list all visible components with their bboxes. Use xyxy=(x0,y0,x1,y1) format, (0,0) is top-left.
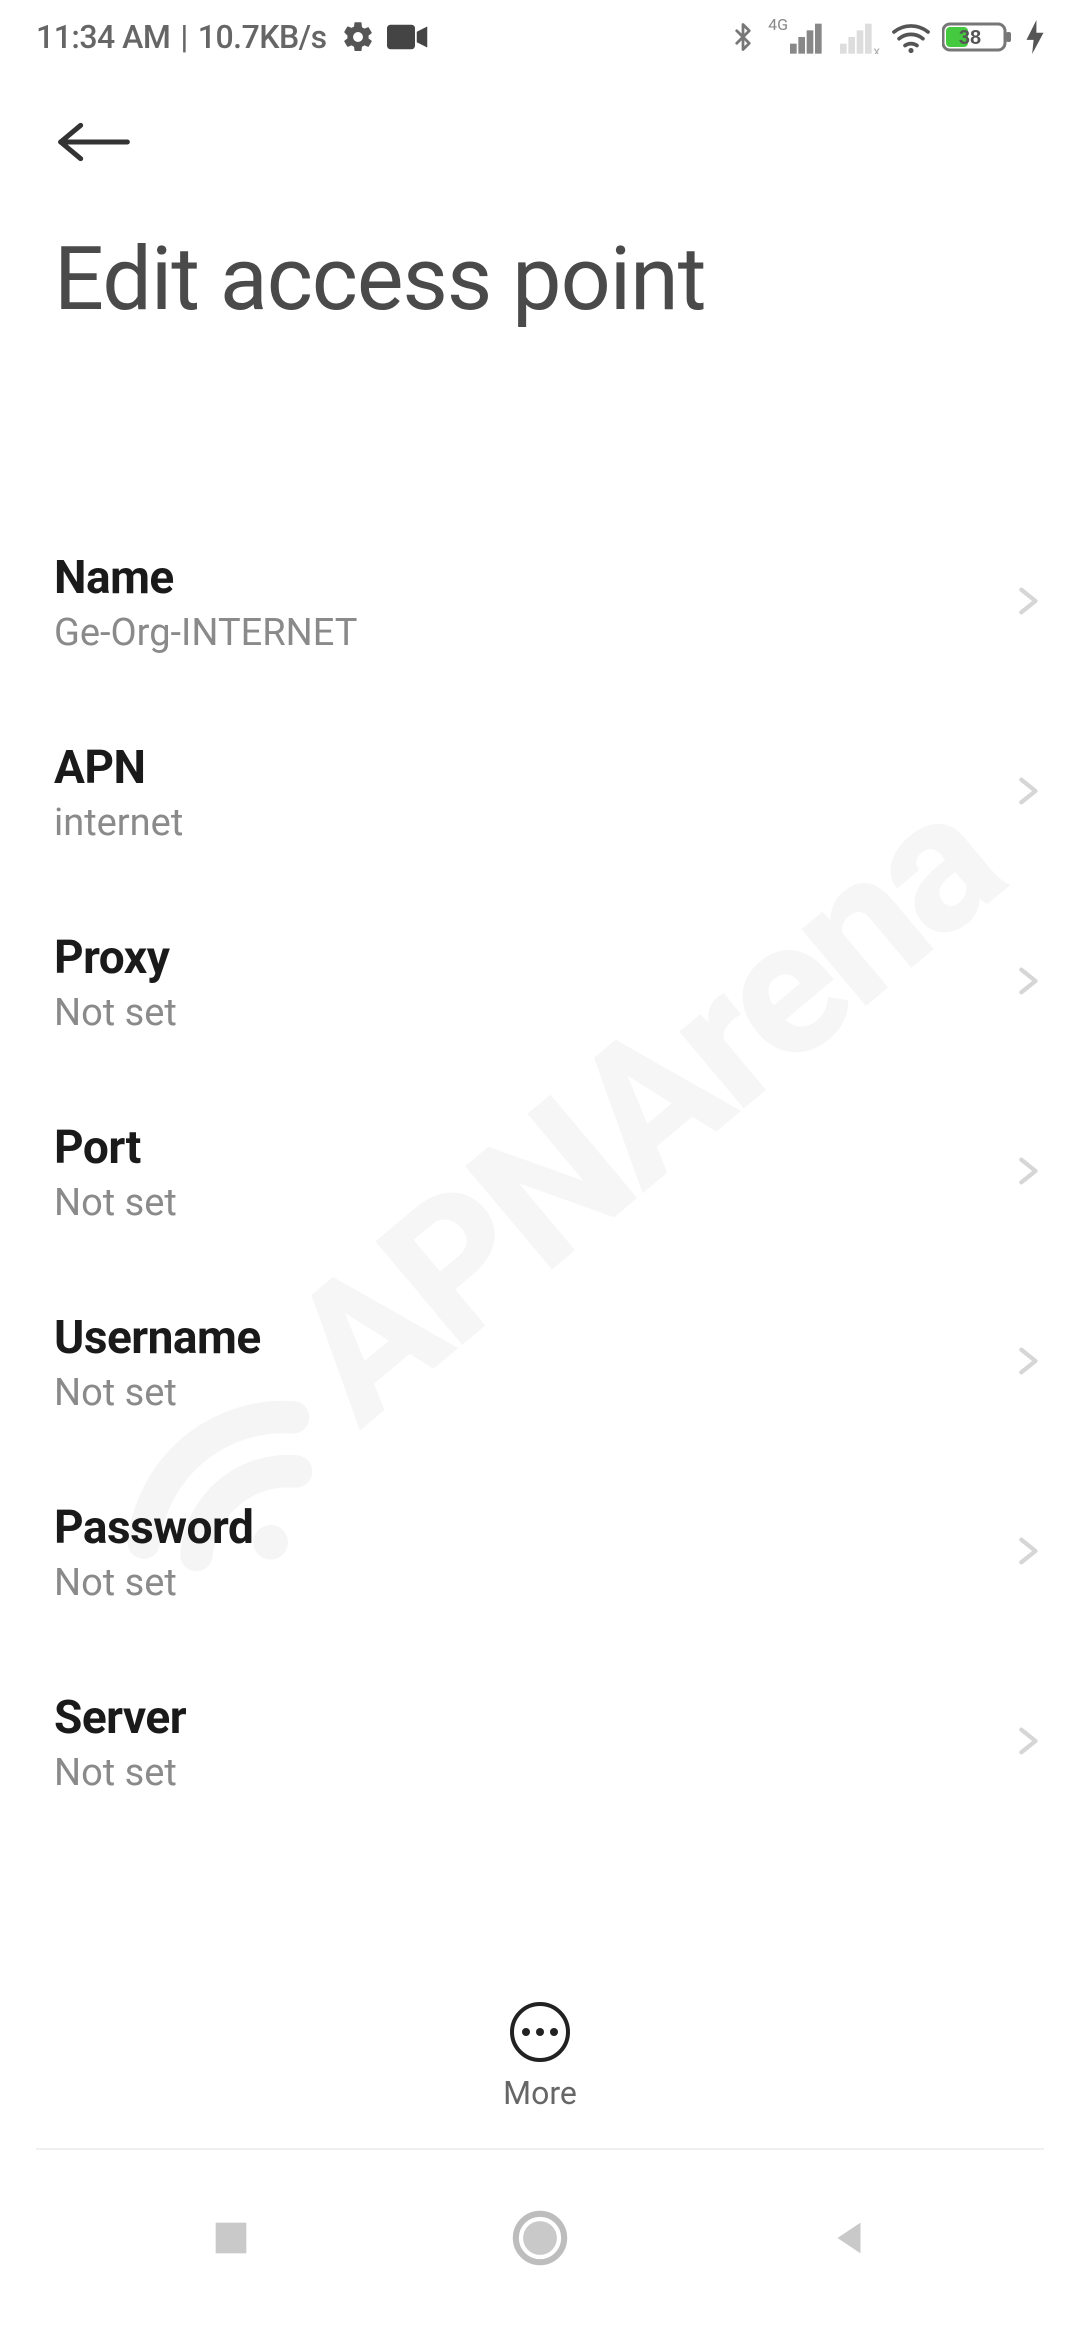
more-icon xyxy=(510,2002,570,2062)
more-button[interactable]: More xyxy=(0,2002,1080,2112)
charging-icon xyxy=(1026,20,1044,54)
row-value: Not set xyxy=(54,991,177,1035)
page-title: Edit access point xyxy=(0,184,1080,341)
row-server[interactable]: Server Not set xyxy=(0,1648,1080,1838)
row-username[interactable]: Username Not set xyxy=(0,1268,1080,1458)
status-time: 11:34 AM xyxy=(36,18,170,56)
row-value: internet xyxy=(54,801,183,845)
chevron-right-icon xyxy=(1010,1717,1044,1769)
row-label: Port xyxy=(54,1121,177,1175)
row-name[interactable]: Name Ge-Org-INTERNET xyxy=(0,508,1080,698)
row-value: Not set xyxy=(54,1751,186,1795)
row-value: Not set xyxy=(54,1561,253,1605)
battery-icon: 38 xyxy=(942,20,1016,54)
status-right: 4G x 38 xyxy=(728,18,1044,56)
row-value: Not set xyxy=(54,1371,261,1415)
row-proxy[interactable]: Proxy Not set xyxy=(0,888,1080,1078)
row-password[interactable]: Password Not set xyxy=(0,1458,1080,1648)
bluetooth-icon xyxy=(728,18,758,56)
row-label: Password xyxy=(54,1501,253,1555)
settings-list: Name Ge-Org-INTERNET APN internet Proxy … xyxy=(0,508,1080,1850)
back-arrow-icon[interactable] xyxy=(54,114,134,170)
row-value: Not set xyxy=(54,1181,177,1225)
signal-bars-empty-icon: x xyxy=(840,20,880,54)
network-label-4g: 4G xyxy=(768,17,788,33)
status-separator: | xyxy=(180,18,187,56)
gear-icon xyxy=(341,20,375,54)
nav-back-icon[interactable] xyxy=(826,2215,872,2265)
row-apn[interactable]: APN internet xyxy=(0,698,1080,888)
chevron-right-icon xyxy=(1010,1527,1044,1579)
more-label: More xyxy=(503,2074,577,2112)
chevron-right-icon xyxy=(1010,767,1044,819)
status-speed: 10.7KB/s xyxy=(198,18,327,56)
row-label: Name xyxy=(54,551,357,605)
divider xyxy=(36,2148,1044,2150)
signal-bars-icon xyxy=(790,20,830,54)
row-label: Server xyxy=(54,1691,186,1745)
chevron-right-icon xyxy=(1010,577,1044,629)
row-label: APN xyxy=(54,741,183,795)
chevron-right-icon xyxy=(1010,1147,1044,1199)
row-label: Proxy xyxy=(54,931,177,985)
row-mmsc[interactable]: MMSC Not set xyxy=(0,1838,1080,1850)
row-port[interactable]: Port Not set xyxy=(0,1078,1080,1268)
nav-home-icon[interactable] xyxy=(511,2209,569,2271)
wifi-icon xyxy=(890,20,932,54)
row-label: Username xyxy=(54,1311,261,1365)
navigation-bar xyxy=(0,2170,1080,2340)
row-value: Ge-Org-INTERNET xyxy=(54,611,357,655)
status-bar: 11:34 AM | 10.7KB/s 4G x 38 xyxy=(0,0,1080,74)
chevron-right-icon xyxy=(1010,957,1044,1009)
svg-text:x: x xyxy=(873,44,880,54)
chevron-right-icon xyxy=(1010,1337,1044,1389)
video-icon xyxy=(387,22,429,52)
nav-recent-icon[interactable] xyxy=(208,2215,254,2265)
status-left: 11:34 AM | 10.7KB/s xyxy=(36,18,429,56)
battery-text: 38 xyxy=(959,27,981,49)
